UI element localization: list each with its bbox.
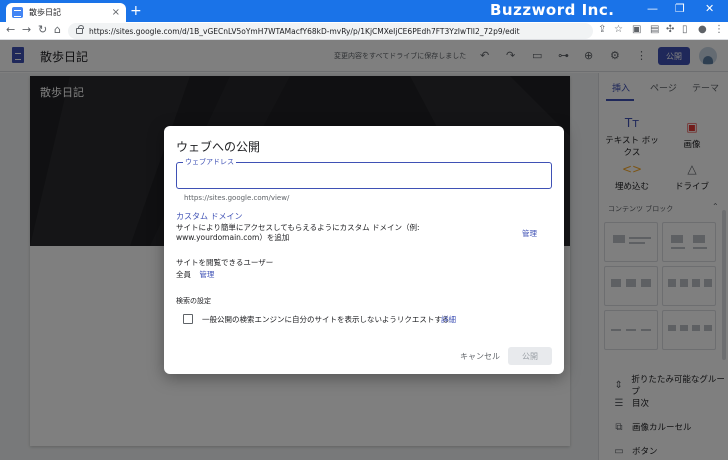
dialog-title: ウェブへの公開 [176,140,261,154]
restore-icon[interactable]: ❐ [675,2,685,15]
reload-icon[interactable]: ↻ [38,23,47,36]
custom-domain-desc: サイトにより簡単にアクセスしてもらえるようにカスタム ドメイン（例: www.y… [176,223,420,242]
publish-dialog: ウェブへの公開 ウェブアドレス https://sites.google.com… [164,126,564,374]
web-address-input[interactable] [183,169,543,183]
bookmark-star-icon[interactable]: ☆ [614,24,623,35]
custom-domain-manage-link[interactable]: 管理 [522,228,537,239]
tab-title: 散歩日記 [29,8,61,17]
browser-tab[interactable]: 散歩日記 × [6,3,126,22]
new-tab-button[interactable]: + [130,3,142,19]
sidepanel-icon[interactable]: ▯ [682,24,688,35]
search-settings-title: 検索の設定 [176,297,211,305]
web-address-label: ウェブアドレス [183,157,236,167]
browser-menu-icon[interactable]: ⋮ [714,24,724,35]
address-bar[interactable]: https://sites.google.com/d/1B_vGECnLV5oY… [68,23,593,39]
viewers-title: サイトを閲覧できるユーザー [176,258,274,267]
puzzle-icon[interactable]: ✣ [666,24,674,35]
window-close-icon[interactable]: ✕ [705,2,714,15]
viewers-manage-link[interactable]: 管理 [199,270,214,279]
brand-watermark: Buzzword Inc. [490,1,615,19]
tab-close-icon[interactable]: × [112,7,120,18]
extension-icon[interactable]: ▣ [632,24,641,35]
url-text: https://sites.google.com/d/1B_vGECnLV5oY… [89,26,520,36]
cancel-button[interactable]: キャンセル [460,351,500,362]
forward-icon[interactable]: → [22,23,31,36]
home-icon[interactable]: ⌂ [54,23,61,36]
web-address-field[interactable]: ウェブアドレス [176,157,552,189]
search-opt-out-checkbox[interactable] [183,314,193,324]
back-icon[interactable]: ← [6,23,15,36]
google-sites-favicon-icon [12,7,23,18]
viewers-value: 全員 [176,270,191,279]
share-icon[interactable]: ⇪ [598,24,606,35]
extension-2-icon[interactable]: ▤ [650,24,659,35]
browser-tabstrip: 散歩日記 × + Buzzword Inc. — ❐ ✕ [0,0,728,22]
custom-domain-title: カスタム ドメイン [176,212,243,221]
profile-icon[interactable]: ● [698,24,707,35]
search-opt-out-label[interactable]: 一般公開の検索エンジンに自分のサイトを表示しないようリクエストする [202,314,449,325]
viewers-row: 全員 管理 [176,269,214,280]
publish-button[interactable]: 公開 [508,347,552,365]
minimize-icon[interactable]: — [647,2,658,15]
url-prefix: https://sites.google.com/view/ [184,194,290,202]
browser-toolbar: ← → ↻ ⌂ https://sites.google.com/d/1B_vG… [0,22,728,40]
lock-icon [76,25,84,34]
details-link[interactable]: 詳細 [441,314,456,325]
